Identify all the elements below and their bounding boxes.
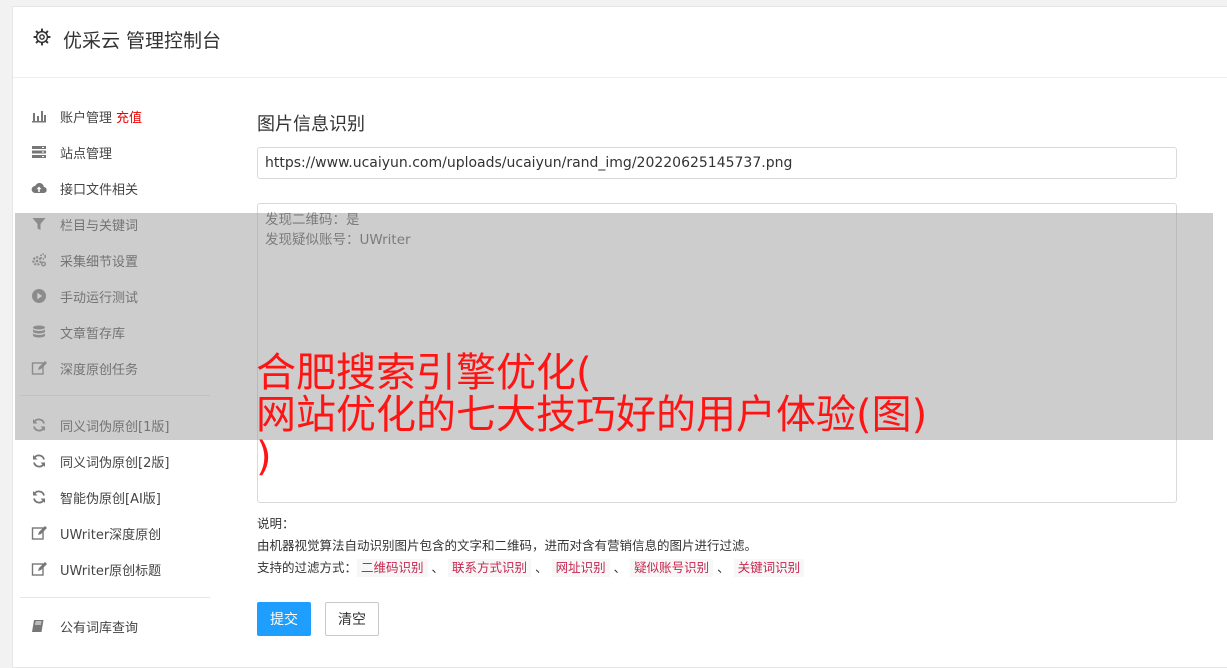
- cloud-upload-icon: [30, 179, 48, 197]
- filter-tag-keyword: 关键词识别: [733, 559, 805, 577]
- sidebar-item-label: UWriter深度原创: [60, 527, 162, 543]
- page-title: 优采云 管理控制台: [63, 30, 222, 52]
- description-label: 说明：: [257, 516, 295, 531]
- book-icon: [30, 617, 48, 635]
- sidebar-item-label: 公有词库查询: [60, 620, 139, 636]
- edit-icon: [30, 524, 48, 542]
- sidebar-item-label: 栏目与关键词: [60, 218, 139, 234]
- sidebar-item-label: 采集细节设置: [60, 254, 139, 270]
- section-title: 图片信息识别: [257, 114, 365, 135]
- sidebar-item-uwriter-title[interactable]: UWriter原创标题: [30, 557, 161, 581]
- overlay-headline: 合肥搜索引擎优化( 网站优化的七大技巧好的用户体验(图) ): [256, 350, 928, 480]
- sidebar-item-smart-ai[interactable]: 智能伪原创[AI版]: [30, 485, 161, 509]
- filter-separator: 、: [717, 560, 730, 575]
- description-text: 由机器视觉算法自动识别图片包含的文字和二维码，进而对含有营销信息的图片进行过滤。: [257, 538, 758, 553]
- sidebar-item-label: 文章暂存库: [60, 326, 126, 342]
- filter-methods: 支持的过滤方式： 二维码识别、联系方式识别、网址识别、疑似账号识别、关键词识别: [257, 557, 805, 579]
- sidebar-item-columns-keywords[interactable]: 栏目与关键词: [30, 212, 138, 236]
- clear-button[interactable]: 清空: [325, 602, 379, 636]
- result-account: 发现疑似账号：UWriter: [265, 232, 411, 248]
- filter-separator: 、: [431, 560, 445, 575]
- cogs-icon: [30, 251, 48, 269]
- refresh-icon: [30, 416, 48, 434]
- filter-methods-label: 支持的过滤方式：: [257, 560, 358, 575]
- edit-icon: [30, 359, 48, 377]
- sidebar-divider: [20, 395, 210, 396]
- sidebar-item-synonym-v2[interactable]: 同义词伪原创[2版]: [30, 449, 169, 473]
- submit-button[interactable]: 提交: [257, 602, 311, 636]
- play-circle-icon: [30, 287, 48, 305]
- gear-icon: [33, 28, 51, 46]
- refresh-icon: [30, 452, 48, 470]
- sidebar-item-article-store[interactable]: 文章暂存库: [30, 320, 125, 344]
- server-icon: [30, 143, 48, 161]
- sidebar-item-account[interactable]: 账户管理 充值: [30, 104, 142, 128]
- sidebar-item-deep-original[interactable]: 深度原创任务: [30, 356, 138, 380]
- sidebar-item-public-lexicon[interactable]: 公有词库查询: [30, 614, 138, 638]
- sidebar-item-uwriter-deep[interactable]: UWriter深度原创: [30, 521, 161, 545]
- sidebar-item-label: 手动运行测试: [60, 290, 139, 306]
- sidebar-item-label: 同义词伪原创[1版]: [60, 419, 170, 435]
- sidebar-item-label: 站点管理: [60, 146, 113, 162]
- result-qrcode: 发现二维码：是: [265, 212, 360, 228]
- filter-separator: 、: [535, 560, 548, 575]
- sidebar-item-collect-settings[interactable]: 采集细节设置: [30, 248, 138, 272]
- filter-tag-qrcode: 二维码识别: [357, 559, 428, 577]
- sidebar-item-interface-files[interactable]: 接口文件相关: [30, 176, 138, 200]
- sidebar-item-label: 接口文件相关: [60, 182, 139, 198]
- edit-icon: [30, 560, 48, 578]
- bar-chart-icon: [30, 107, 48, 125]
- sidebar-item-manual-run[interactable]: 手动运行测试: [30, 284, 138, 308]
- recharge-link[interactable]: 充值: [116, 107, 142, 126]
- sidebar-item-label: UWriter原创标题: [60, 563, 162, 579]
- header: 优采云 管理控制台: [13, 7, 1227, 78]
- filter-separator: 、: [613, 560, 627, 575]
- sidebar-item-sites[interactable]: 站点管理: [30, 140, 112, 164]
- filter-icon: [30, 215, 48, 233]
- sidebar-item-label: 智能伪原创[AI版]: [60, 491, 161, 507]
- refresh-icon: [30, 488, 48, 506]
- sidebar-item-label: 账户管理: [60, 110, 113, 126]
- description: 说明： 由机器视觉算法自动识别图片包含的文字和二维码，进而对含有营销信息的图片进…: [257, 513, 805, 579]
- sidebar-item-synonym-v1[interactable]: 同义词伪原创[1版]: [30, 413, 169, 437]
- database-icon: [30, 323, 48, 341]
- sidebar-divider: [20, 597, 210, 598]
- sidebar-item-label: 深度原创任务: [60, 362, 139, 378]
- image-url-input[interactable]: [257, 147, 1177, 179]
- filter-tag-url: 网址识别: [551, 559, 610, 577]
- filter-tag-contact: 联系方式识别: [448, 559, 532, 577]
- filter-tag-account: 疑似账号识别: [630, 559, 714, 577]
- sidebar-item-label: 同义词伪原创[2版]: [60, 455, 170, 471]
